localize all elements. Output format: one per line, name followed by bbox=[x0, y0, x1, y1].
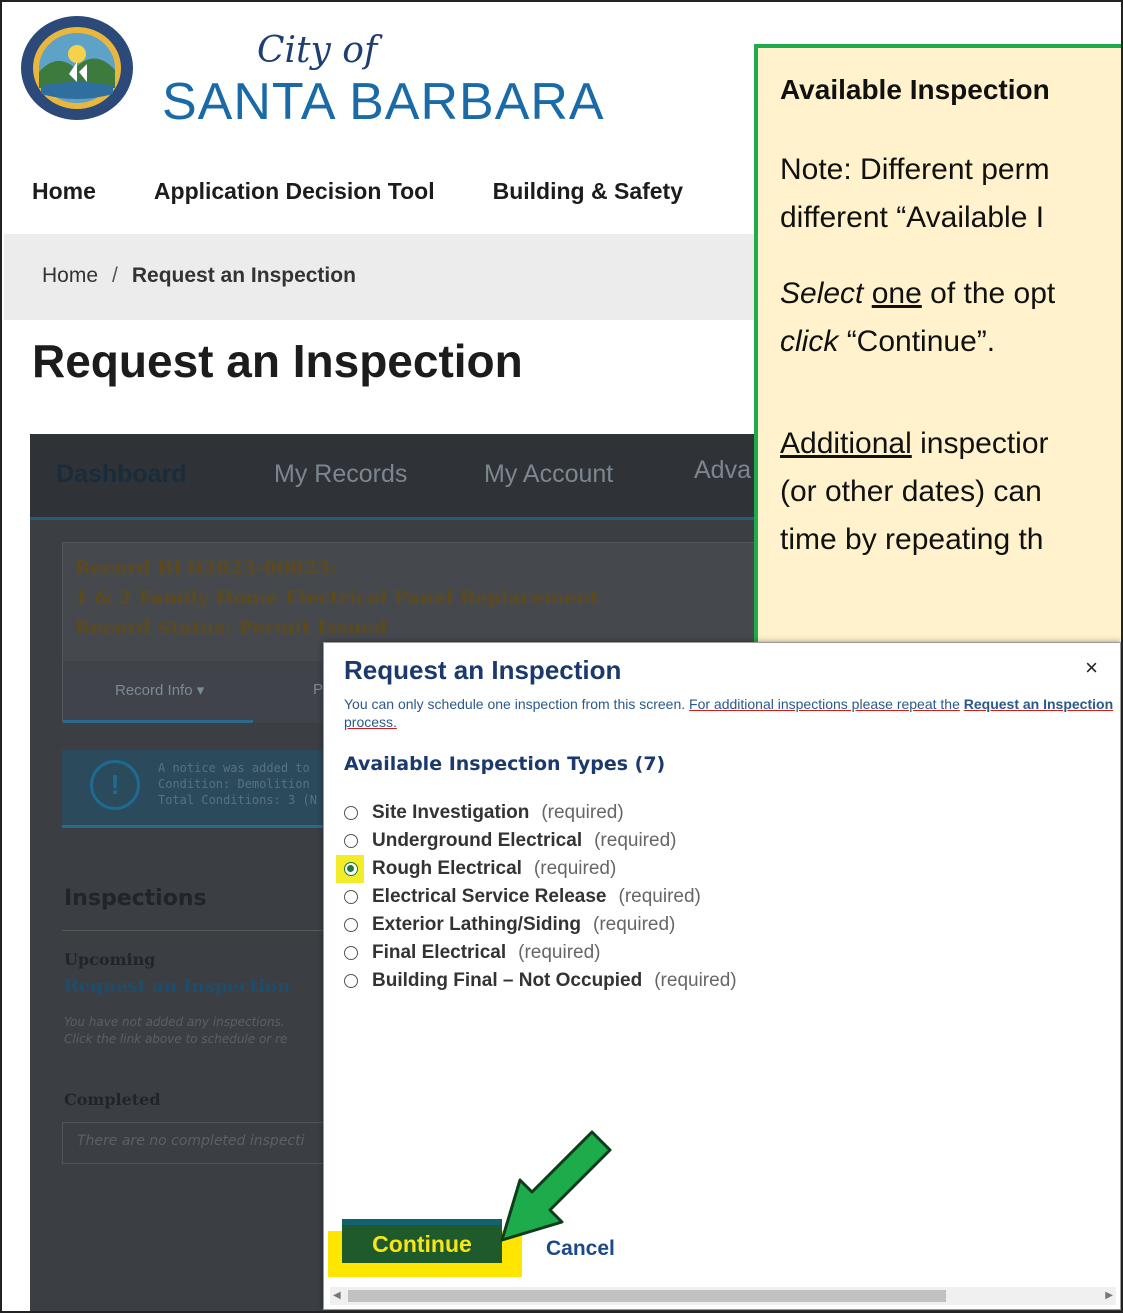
breadcrumb-separator: / bbox=[112, 264, 118, 287]
breadcrumb-home[interactable]: Home bbox=[42, 264, 98, 287]
inspection-option[interactable]: Site Investigation (required) bbox=[344, 799, 737, 827]
inspection-option[interactable]: Electrical Service Release (required) bbox=[344, 883, 737, 911]
option-required: (required) bbox=[654, 970, 737, 991]
inspection-option[interactable]: Exterior Lathing/Siding (required) bbox=[344, 911, 737, 939]
radio-button[interactable] bbox=[344, 834, 358, 848]
tab-dashboard[interactable]: Dashboard bbox=[56, 460, 187, 489]
option-label: Building Final – Not Occupied bbox=[372, 970, 643, 991]
option-label: Final Electrical bbox=[372, 942, 507, 963]
radio-button[interactable] bbox=[344, 890, 358, 904]
radio-button-checked[interactable] bbox=[344, 862, 358, 876]
callout-line-1: Note: Different perm bbox=[780, 153, 1050, 186]
radio-button[interactable] bbox=[344, 806, 358, 820]
callout-line-4: click “Continue”. bbox=[780, 318, 995, 366]
modal-note-underlined: For additional inspections please repeat… bbox=[689, 696, 960, 712]
inspection-type-list: Site Investigation (required) Undergroun… bbox=[336, 799, 737, 995]
option-required: (required) bbox=[541, 802, 624, 823]
callout-line-3-rest: of the opt bbox=[930, 277, 1056, 310]
option-label: Electrical Service Release bbox=[372, 886, 607, 907]
option-required: (required) bbox=[594, 830, 677, 851]
record-number: Record BLD2023-00023: bbox=[75, 557, 337, 579]
callout-select: Select bbox=[780, 277, 864, 310]
close-icon[interactable]: × bbox=[1085, 655, 1098, 681]
notice-line-2: Condition: Demolition bbox=[158, 777, 310, 791]
scroll-left-icon[interactable]: ◀ bbox=[333, 1290, 341, 1301]
nav-building-safety[interactable]: Building & Safety bbox=[493, 178, 683, 205]
instruction-callout: Available Inspection Note: Different per… bbox=[754, 44, 1121, 662]
option-required: (required) bbox=[593, 914, 676, 935]
arrow-icon bbox=[500, 1130, 612, 1242]
no-inspections-line-2: Click the link above to schedule or re bbox=[64, 1032, 288, 1046]
radio-button[interactable] bbox=[344, 974, 358, 988]
inspections-heading: Inspections bbox=[64, 886, 207, 911]
option-required: (required) bbox=[618, 886, 701, 907]
top-nav: Home Application Decision Tool Building … bbox=[32, 178, 683, 205]
breadcrumb: Home / Request an Inspection bbox=[42, 264, 356, 288]
option-required: (required) bbox=[533, 858, 617, 879]
inspection-option[interactable]: Final Electrical (required) bbox=[344, 939, 737, 967]
option-label: Exterior Lathing/Siding bbox=[372, 914, 582, 935]
scrollbar-thumb[interactable] bbox=[348, 1290, 946, 1302]
inspection-option-selected[interactable]: Rough Electrical (required) bbox=[336, 855, 737, 883]
completed-heading: Completed bbox=[64, 1090, 161, 1109]
callout-line-5: Additional inspectior bbox=[780, 420, 1049, 468]
notice-text: A notice was added to Condition: Demolit… bbox=[158, 760, 317, 808]
nav-home[interactable]: Home bbox=[32, 178, 96, 205]
exclamation-icon: ! bbox=[90, 760, 140, 810]
request-inspection-modal: Request an Inspection × You can only sch… bbox=[323, 642, 1121, 1310]
continue-button[interactable]: Continue bbox=[342, 1219, 502, 1263]
notice-line-1: A notice was added to bbox=[158, 761, 310, 775]
callout-line-7: time by repeating th bbox=[780, 523, 1044, 556]
callout-line-3: Select one of the opt bbox=[780, 270, 1055, 318]
record-type: 1 & 2 Family Home Electrical Panel Repla… bbox=[75, 587, 599, 609]
callout-title: Available Inspection bbox=[780, 74, 1050, 105]
nav-application-decision-tool[interactable]: Application Decision Tool bbox=[154, 178, 435, 205]
callout-continue: “Continue”. bbox=[846, 325, 996, 358]
option-label: Site Investigation bbox=[372, 802, 530, 823]
logo-name-text: SANTA BARBARA bbox=[162, 73, 605, 131]
modal-note: You can only schedule one inspection fro… bbox=[344, 695, 1114, 731]
tab-my-records[interactable]: My Records bbox=[274, 460, 407, 489]
inspection-option[interactable]: Underground Electrical (required) bbox=[344, 827, 737, 855]
scroll-right-icon[interactable]: ▶ bbox=[1105, 1290, 1113, 1301]
notice-line-3: Total Conditions: 3 (N bbox=[158, 793, 317, 807]
upcoming-heading: Upcoming bbox=[64, 950, 156, 969]
available-types-heading: Available Inspection Types (7) bbox=[344, 753, 666, 775]
tab-advanced[interactable]: Adva bbox=[694, 456, 751, 485]
no-inspections-line-1: You have not added any inspections. bbox=[64, 1015, 285, 1029]
modal-note-end: process. bbox=[344, 714, 397, 730]
logo-city-text: City of bbox=[257, 30, 378, 71]
record-status: Record Status: Permit Issued bbox=[75, 617, 387, 639]
callout-click: click bbox=[780, 325, 839, 358]
divider bbox=[62, 930, 362, 931]
modal-note-text: You can only schedule one inspection fro… bbox=[344, 696, 686, 712]
callout-additional: Additional bbox=[780, 427, 912, 460]
callout-line-2: different “Available I bbox=[780, 201, 1045, 234]
breadcrumb-current: Request an Inspection bbox=[131, 264, 356, 287]
screenshot-frame: City of SANTA BARBARA Home Application D… bbox=[0, 0, 1123, 1313]
option-required: (required) bbox=[518, 942, 601, 963]
active-tab-indicator bbox=[63, 720, 253, 723]
inspection-option[interactable]: Building Final – Not Occupied (required) bbox=[344, 967, 737, 995]
tab-record-info[interactable]: Record Info ▾ bbox=[115, 681, 204, 699]
no-inspections-text: You have not added any inspections. Clic… bbox=[64, 1014, 287, 1048]
radio-button[interactable] bbox=[344, 946, 358, 960]
option-label: Underground Electrical bbox=[372, 830, 583, 851]
tab-my-account[interactable]: My Account bbox=[484, 460, 613, 489]
radio-button[interactable] bbox=[344, 918, 358, 932]
tab-payments[interactable]: P bbox=[313, 681, 323, 698]
option-label: Rough Electrical bbox=[372, 858, 522, 879]
callout-line-6: (or other dates) can bbox=[780, 475, 1042, 508]
callout-one: one bbox=[871, 277, 922, 310]
modal-note-bold: Request an Inspection bbox=[963, 696, 1114, 712]
callout-line-5-rest: inspectior bbox=[920, 427, 1049, 460]
no-completed-box: There are no completed inspecti bbox=[62, 1122, 362, 1164]
page-title: Request an Inspection bbox=[32, 335, 523, 387]
horizontal-scrollbar[interactable]: ◀ ▶ bbox=[330, 1287, 1116, 1305]
city-seal-icon bbox=[21, 16, 133, 120]
request-inspection-link[interactable]: Request an Inspection bbox=[64, 976, 290, 997]
modal-title: Request an Inspection bbox=[344, 655, 622, 685]
